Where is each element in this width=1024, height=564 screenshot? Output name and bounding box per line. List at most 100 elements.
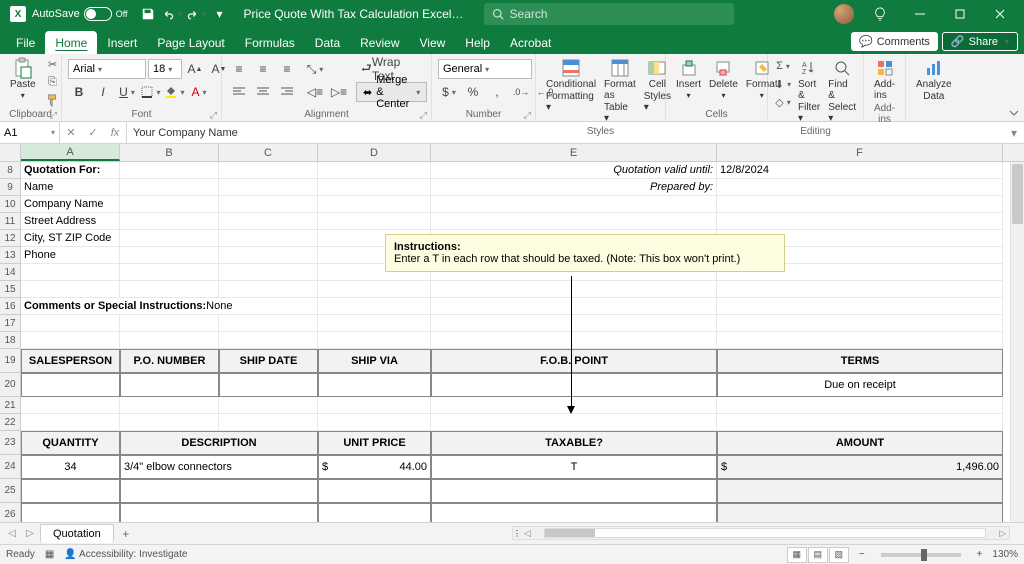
number-launcher-icon[interactable]: ⤢ — [524, 110, 531, 121]
cell[interactable] — [219, 373, 318, 397]
tab-data[interactable]: Data — [305, 31, 350, 54]
row-header[interactable]: 10 — [0, 196, 21, 213]
alignment-launcher-icon[interactable]: ⤢ — [420, 110, 427, 121]
cell[interactable]: Quotation For: — [21, 162, 120, 179]
sheet-nav-next-icon[interactable]: ▷ — [22, 528, 38, 539]
coming-soon-icon[interactable] — [860, 0, 900, 28]
increase-font-icon[interactable]: A▲ — [184, 59, 206, 79]
cell[interactable] — [431, 479, 717, 503]
zoom-thumb[interactable] — [921, 549, 927, 561]
tab-review[interactable]: Review — [350, 31, 409, 54]
clear-icon[interactable]: ◇ — [774, 94, 792, 110]
clipboard-launcher-icon[interactable]: ⤢ — [50, 110, 57, 121]
tab-insert[interactable]: Insert — [97, 31, 147, 54]
font-launcher-icon[interactable]: ⤢ — [210, 110, 217, 121]
cell[interactable] — [219, 281, 318, 298]
cut-icon[interactable]: ✂ — [44, 56, 62, 72]
col-header-a[interactable]: A — [21, 144, 120, 161]
cell[interactable] — [318, 196, 431, 213]
minimize-icon[interactable] — [900, 0, 940, 28]
sheet-nav-prev-icon[interactable]: ◁ — [4, 528, 20, 539]
cell[interactable] — [318, 179, 431, 196]
collapse-ribbon-icon[interactable] — [1008, 107, 1020, 119]
cell[interactable] — [120, 179, 219, 196]
row-header[interactable]: 18 — [0, 332, 21, 349]
cell[interactable]: P.O. NUMBER — [120, 349, 219, 373]
name-box[interactable]: A1▾ — [0, 122, 60, 143]
cell[interactable] — [717, 332, 1003, 349]
cell[interactable]: Name — [21, 179, 120, 196]
share-button[interactable]: 🔗 Share — [942, 32, 1018, 51]
enter-formula-icon[interactable]: ✓ — [82, 122, 104, 143]
workbook-stats-icon[interactable]: ▦ — [45, 549, 54, 560]
cancel-formula-icon[interactable]: ✕ — [60, 122, 82, 143]
cell[interactable] — [717, 414, 1003, 431]
comma-format-icon[interactable]: , — [486, 82, 508, 102]
user-avatar[interactable] — [834, 4, 854, 24]
orientation-icon[interactable]: ⤡ — [304, 59, 326, 79]
addins-button[interactable]: Add-ins — [870, 56, 899, 103]
cell[interactable]: Prepared by: — [431, 179, 717, 196]
row-header[interactable]: 20 — [0, 373, 21, 397]
cell[interactable]: Due on receipt — [717, 373, 1003, 397]
cell[interactable]: Phone — [21, 247, 120, 264]
align-right-icon[interactable] — [276, 82, 298, 102]
percent-format-icon[interactable]: % — [462, 82, 484, 102]
vertical-scrollbar[interactable] — [1010, 162, 1024, 522]
align-center-icon[interactable] — [252, 82, 274, 102]
row-header[interactable]: 8 — [0, 162, 21, 179]
cell[interactable] — [120, 479, 318, 503]
row-header[interactable]: 16 — [0, 298, 21, 315]
zoom-level[interactable]: 130% — [992, 549, 1018, 560]
hscroll-thumb[interactable] — [545, 529, 595, 537]
tab-home[interactable]: Home — [45, 31, 97, 54]
cell[interactable] — [219, 397, 318, 414]
save-icon[interactable] — [138, 4, 158, 24]
analyze-data-button[interactable]: AnalyzeData — [912, 56, 956, 104]
cell[interactable] — [21, 373, 120, 397]
col-header-c[interactable]: C — [219, 144, 318, 161]
cell[interactable] — [717, 315, 1003, 332]
col-header-e[interactable]: E — [431, 144, 717, 161]
underline-button[interactable]: U — [116, 82, 138, 102]
cell[interactable] — [219, 332, 318, 349]
cell[interactable] — [717, 196, 1003, 213]
cell[interactable]: F.O.B. POINT — [431, 349, 717, 373]
row-header[interactable]: 26 — [0, 503, 21, 522]
row-header[interactable]: 9 — [0, 179, 21, 196]
cell[interactable] — [318, 373, 431, 397]
cell[interactable]: QUANTITY — [21, 431, 120, 455]
page-break-view-icon[interactable]: ▧ — [829, 547, 849, 563]
tab-formulas[interactable]: Formulas — [235, 31, 305, 54]
cell[interactable]: Quotation valid until: — [431, 162, 717, 179]
increase-decimal-icon[interactable]: .0→ — [510, 82, 532, 102]
cell[interactable] — [219, 264, 318, 281]
tab-view[interactable]: View — [410, 31, 456, 54]
align-left-icon[interactable] — [228, 82, 250, 102]
close-icon[interactable] — [980, 0, 1020, 28]
cell[interactable] — [431, 213, 717, 230]
toggle-switch[interactable] — [84, 7, 112, 21]
cell[interactable]: DESCRIPTION — [120, 431, 318, 455]
cell[interactable] — [318, 503, 431, 522]
cell[interactable] — [219, 230, 318, 247]
row-header[interactable]: 17 — [0, 315, 21, 332]
increase-indent-icon[interactable]: ▷≡ — [328, 82, 350, 102]
autosum-icon[interactable]: Σ — [774, 58, 792, 74]
col-header-b[interactable]: B — [120, 144, 219, 161]
zoom-out-icon[interactable]: − — [859, 549, 865, 560]
row-header[interactable]: 23 — [0, 431, 21, 455]
cell[interactable]: 3/4" elbow connectors — [120, 455, 318, 479]
cell[interactable] — [717, 213, 1003, 230]
cell[interactable] — [431, 196, 717, 213]
cell[interactable]: $1,496.00 — [717, 455, 1003, 479]
cell[interactable] — [219, 213, 318, 230]
fill-color-icon[interactable] — [164, 82, 186, 102]
cell[interactable] — [120, 315, 219, 332]
cell[interactable] — [717, 281, 1003, 298]
cell[interactable] — [717, 503, 1003, 522]
tab-acrobat[interactable]: Acrobat — [500, 31, 561, 54]
row-header[interactable]: 11 — [0, 213, 21, 230]
tab-file[interactable]: File — [6, 31, 45, 54]
sort-filter-button[interactable]: AZSort &Filter ▾ — [794, 56, 824, 126]
